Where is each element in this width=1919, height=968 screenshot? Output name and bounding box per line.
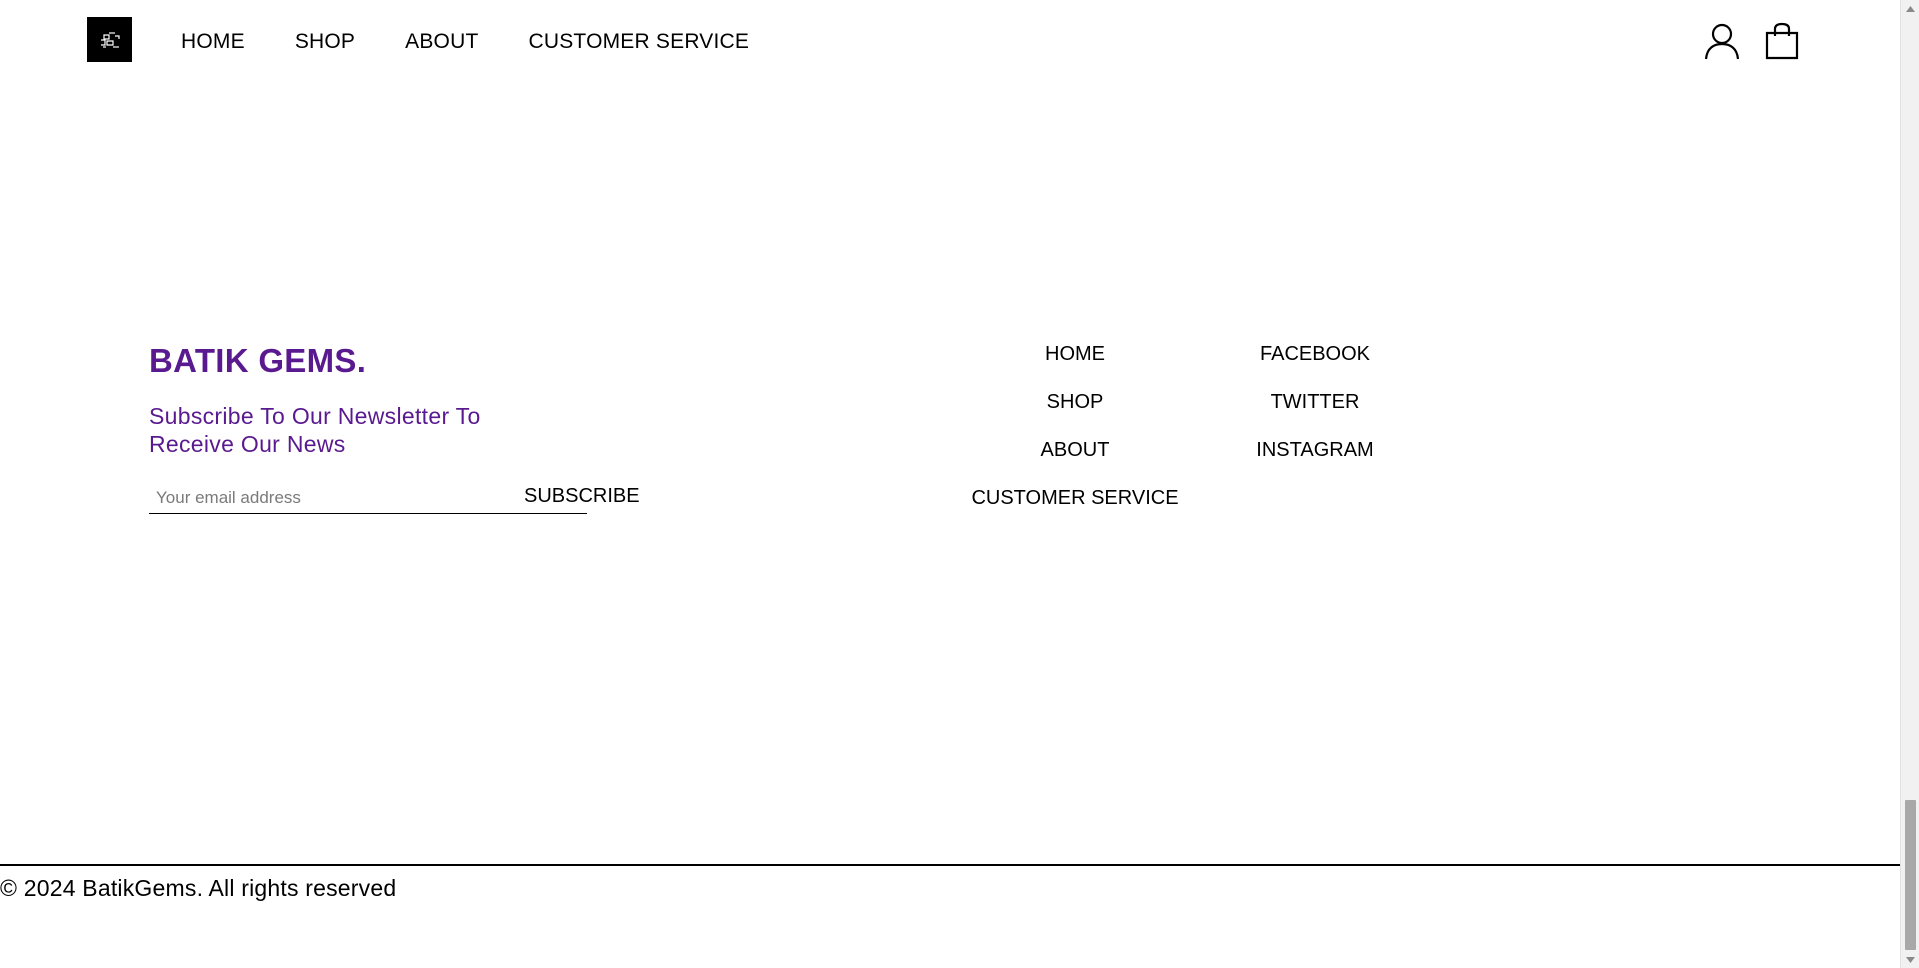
nav-about[interactable]: ABOUT — [405, 30, 478, 54]
vertical-scrollbar[interactable] — [1900, 0, 1919, 968]
logo-mark-icon — [100, 31, 120, 48]
main-nav: HOME SHOP ABOUT CUSTOMER SERVICE — [181, 30, 799, 54]
footer-link-shop[interactable]: SHOP — [1047, 390, 1104, 414]
footer-social: FACEBOOK TWITTER INSTAGRAM — [1215, 342, 1415, 486]
footer-link-twitter[interactable]: TWITTER — [1271, 390, 1360, 414]
site-header: HOME SHOP ABOUT CUSTOMER SERVICE — [0, 0, 1900, 84]
site-logo[interactable] — [87, 17, 132, 62]
footer-link-instagram[interactable]: INSTAGRAM — [1256, 438, 1373, 462]
footer-brand: BATIK GEMS. — [149, 342, 367, 379]
footer-nav: HOME SHOP ABOUT CUSTOMER SERVICE — [962, 342, 1188, 534]
subscribe-button[interactable]: SUBSCRIBE — [524, 485, 640, 508]
user-icon[interactable] — [1703, 22, 1741, 60]
scroll-up-arrow-icon[interactable] — [1901, 0, 1919, 17]
newsletter-text: Subscribe To Our Newsletter To Receive O… — [149, 403, 481, 457]
nav-shop[interactable]: SHOP — [295, 30, 355, 54]
footer-link-customer-service[interactable]: CUSTOMER SERVICE — [971, 486, 1178, 510]
footer-link-facebook[interactable]: FACEBOOK — [1260, 342, 1370, 366]
scroll-down-arrow-icon[interactable] — [1901, 951, 1919, 968]
email-field[interactable] — [149, 484, 509, 512]
page: HOME SHOP ABOUT CUSTOMER SERVICE BATIK G… — [0, 0, 1900, 968]
shopping-bag-icon[interactable] — [1764, 22, 1800, 60]
scrollbar-thumb[interactable] — [1905, 800, 1916, 950]
nav-customer-service[interactable]: CUSTOMER SERVICE — [528, 30, 749, 54]
copyright-text: © 2024 BatikGems. All rights reserved — [0, 875, 397, 901]
email-field-wrapper — [149, 484, 587, 514]
footer-link-about[interactable]: ABOUT — [1041, 438, 1110, 462]
footer-divider — [0, 864, 1900, 866]
footer-link-home[interactable]: HOME — [1045, 342, 1105, 366]
nav-home[interactable]: HOME — [181, 30, 245, 54]
